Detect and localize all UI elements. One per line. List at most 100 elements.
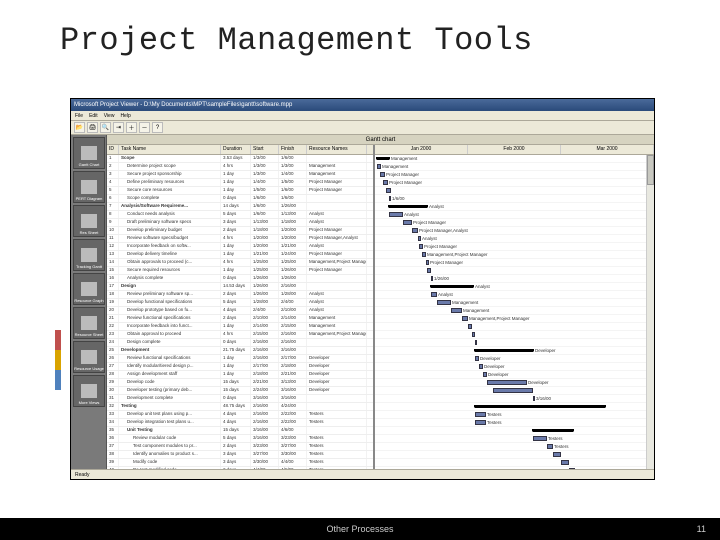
zoom-out-icon[interactable]: －: [139, 122, 150, 133]
table-row[interactable]: 40Re-test modified code2 days4/4/004/6/0…: [107, 467, 373, 469]
gantt-bar[interactable]: Project Manager: [383, 180, 388, 185]
table-row[interactable]: 26Review functional specifications1 day2…: [107, 355, 373, 363]
viewbar-resource-usage[interactable]: Resource Usage: [73, 341, 105, 373]
gantt-bar[interactable]: Management,Project Manager: [462, 316, 468, 321]
viewbar-more-views[interactable]: More Views: [73, 375, 105, 407]
table-row[interactable]: 13Develop delivery timeline1 day1/21/001…: [107, 251, 373, 259]
col-duration[interactable]: Duration: [221, 145, 251, 154]
table-row[interactable]: 4Define preliminary resources1 day1/4/00…: [107, 179, 373, 187]
gantt-bar[interactable]: Management: [377, 157, 389, 160]
table-row[interactable]: 24Design complete0 days2/16/002/16/00: [107, 339, 373, 347]
menu-view[interactable]: View: [104, 113, 115, 119]
table-row[interactable]: 3Secure project sponsorship1 day1/3/001/…: [107, 171, 373, 179]
gantt-bar[interactable]: [533, 429, 573, 432]
table-row[interactable]: 21Review functional specifications2 days…: [107, 315, 373, 323]
table-row[interactable]: 19Develop functional specifications5 day…: [107, 299, 373, 307]
preview-icon[interactable]: 🔍: [100, 122, 111, 133]
gantt-bar[interactable]: [475, 405, 605, 408]
gantt-bar[interactable]: Developer: [475, 349, 533, 352]
gantt-bar[interactable]: Testers: [533, 436, 547, 441]
viewbar-resource-sheet[interactable]: Resource Sheet: [73, 307, 105, 339]
gantt-bar[interactable]: Management: [451, 308, 462, 313]
gantt-bar[interactable]: Management: [437, 300, 451, 305]
table-row[interactable]: 39Modify code3 days3/30/004/4/00Testers: [107, 459, 373, 467]
table-row[interactable]: 12Incorporate feedback on softw...1 day1…: [107, 243, 373, 251]
gantt-bar[interactable]: Analyst: [389, 205, 427, 208]
open-icon[interactable]: 📂: [74, 122, 85, 133]
gantt-bar[interactable]: Developer: [475, 356, 479, 361]
gantt-bar[interactable]: 1/6/00: [389, 196, 391, 201]
menu-file[interactable]: File: [75, 113, 83, 119]
table-row[interactable]: 7Analysis/Software Requireme...14 days1/…: [107, 203, 373, 211]
help-icon[interactable]: ?: [152, 122, 163, 133]
gantt-bar[interactable]: [561, 460, 569, 465]
gantt-bar[interactable]: 1/26/00: [431, 276, 433, 281]
task-grid[interactable]: ID Task Name Duration Start Finish Resou…: [107, 145, 375, 469]
table-row[interactable]: 28Assign development staff1 day2/18/002/…: [107, 371, 373, 379]
table-row[interactable]: 8Conduct needs analysis5 days1/6/001/13/…: [107, 211, 373, 219]
gantt-bar[interactable]: Testers: [547, 444, 553, 449]
vertical-scrollbar[interactable]: [646, 155, 654, 469]
gantt-bar[interactable]: Management: [377, 164, 381, 169]
gantt-bar[interactable]: Analyst: [431, 285, 473, 288]
viewbar-pert-diagram[interactable]: PERT Diagram: [73, 171, 105, 203]
gantt-bar[interactable]: [472, 332, 475, 337]
table-row[interactable]: 17Design14.53 days1/26/002/16/00: [107, 283, 373, 291]
gantt-chart[interactable]: Jan 2000 Feb 2000 Mar 2000 ManagementMan…: [375, 145, 654, 469]
col-start[interactable]: Start: [251, 145, 279, 154]
table-row[interactable]: 5Secure core resources1 day1/5/001/6/00P…: [107, 187, 373, 195]
print-icon[interactable]: 🖨: [87, 122, 98, 133]
zoom-in-icon[interactable]: ＋: [126, 122, 137, 133]
goto-icon[interactable]: ⇥: [113, 122, 124, 133]
col-id[interactable]: ID: [107, 145, 119, 154]
table-row[interactable]: 36Review modular code5 days3/16/003/23/0…: [107, 435, 373, 443]
table-row[interactable]: 9Draft preliminary software specs3 days1…: [107, 219, 373, 227]
window-titlebar[interactable]: Microsoft Project Viewer - D:\My Documen…: [71, 99, 654, 111]
table-row[interactable]: 34Develop integration test plans u...4 d…: [107, 419, 373, 427]
gantt-bar[interactable]: Testers: [475, 420, 486, 425]
table-row[interactable]: 11Review software specs/budget4 hrs1/20/…: [107, 235, 373, 243]
gantt-bar[interactable]: [475, 340, 477, 345]
gantt-bar[interactable]: Project Manager: [403, 220, 412, 225]
gantt-bar[interactable]: Analyst: [431, 292, 437, 297]
gantt-bar[interactable]: Project Manager,Analyst: [412, 228, 418, 233]
table-row[interactable]: 38Identify anomalies to product s...3 da…: [107, 451, 373, 459]
table-row[interactable]: 10Develop preliminary budget2 days1/18/0…: [107, 227, 373, 235]
table-row[interactable]: 20Develop prototype based on fu...4 days…: [107, 307, 373, 315]
table-row[interactable]: 18Review preliminary software sp...2 day…: [107, 291, 373, 299]
col-finish[interactable]: Finish: [279, 145, 307, 154]
viewbar-tracking-gantt[interactable]: Tracking Gantt: [73, 239, 105, 271]
gantt-bar[interactable]: [386, 188, 391, 193]
gantt-bar[interactable]: Developer: [487, 380, 527, 385]
gantt-bar[interactable]: Management,Project Manager: [422, 252, 426, 257]
menubar[interactable]: File Edit View Help: [71, 111, 654, 121]
viewbar-res-sheet[interactable]: Res Sheet: [73, 205, 105, 237]
table-row[interactable]: 6Scope complete0 days1/6/001/6/00: [107, 195, 373, 203]
table-row[interactable]: 22Incorporate feedback into funct...1 da…: [107, 323, 373, 331]
gantt-bar[interactable]: [553, 452, 561, 457]
gantt-bar[interactable]: [468, 324, 472, 329]
table-row[interactable]: 23Obtain approval to proceed4 hrs2/15/00…: [107, 331, 373, 339]
gantt-bar[interactable]: Developer: [479, 364, 483, 369]
table-row[interactable]: 25Development21.75 days2/16/003/16/00: [107, 347, 373, 355]
viewbar-resource-graph[interactable]: Resource Graph: [73, 273, 105, 305]
gantt-bar[interactable]: Project Manager: [426, 260, 429, 265]
table-row[interactable]: 15Secure required resources1 day1/25/001…: [107, 267, 373, 275]
gantt-bar[interactable]: [427, 268, 431, 273]
col-resources[interactable]: Resource Names: [307, 145, 367, 154]
table-row[interactable]: 27Identify modular/tiered design p...1 d…: [107, 363, 373, 371]
menu-help[interactable]: Help: [120, 113, 130, 119]
table-row[interactable]: 1Scope3.53 days1/3/001/6/00: [107, 155, 373, 163]
viewbar-gantt-chart[interactable]: Gantt Chart: [73, 137, 105, 169]
gantt-bar[interactable]: Project Manager: [419, 244, 423, 249]
table-row[interactable]: 29Develop code15 days2/21/003/13/00Devel…: [107, 379, 373, 387]
table-row[interactable]: 33Develop unit test plans using p...4 da…: [107, 411, 373, 419]
col-task-name[interactable]: Task Name: [119, 145, 221, 154]
table-row[interactable]: 35Unit Testing15 days3/16/004/6/00: [107, 427, 373, 435]
menu-edit[interactable]: Edit: [89, 113, 98, 119]
table-row[interactable]: 16Analysis complete0 days1/26/001/26/00: [107, 275, 373, 283]
table-row[interactable]: 2Determine project scope4 hrs1/3/001/3/0…: [107, 163, 373, 171]
table-row[interactable]: 37Test component modules to pr...2 days3…: [107, 443, 373, 451]
table-row[interactable]: 31Development complete0 days3/16/003/16/…: [107, 395, 373, 403]
gantt-bar[interactable]: Project Manager: [380, 172, 385, 177]
